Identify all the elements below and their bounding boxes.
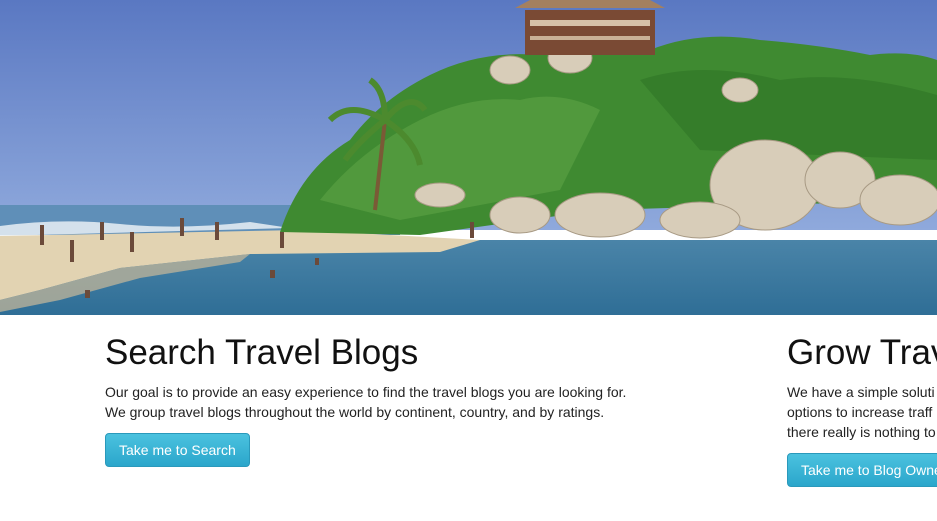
feature-search: Search Travel Blogs Our goal is to provi…	[105, 333, 626, 467]
feature-line: Our goal is to provide an easy experienc…	[105, 383, 627, 400]
feature-grow-traffic: Grow Trav We have a simple soluti option…	[787, 333, 937, 487]
feature-title: Search Travel Blogs	[105, 333, 419, 372]
hero-photo	[0, 0, 937, 315]
feature-line: options to increase traff	[787, 403, 933, 420]
feature-title: Grow Trav	[787, 333, 937, 372]
feature-line: there really is nothing to	[787, 423, 936, 440]
search-button[interactable]: Take me to Search	[105, 432, 250, 467]
feature-description: Our goal is to provide an easy experienc…	[105, 382, 626, 422]
feature-line: We have a simple soluti	[787, 383, 935, 400]
feature-line: We group travel blogs throughout the wor…	[105, 403, 605, 420]
hero-banner	[0, 0, 937, 315]
blog-owner-button[interactable]: Take me to Blog Owne	[787, 452, 937, 487]
feature-description: We have a simple soluti options to incre…	[787, 382, 937, 442]
